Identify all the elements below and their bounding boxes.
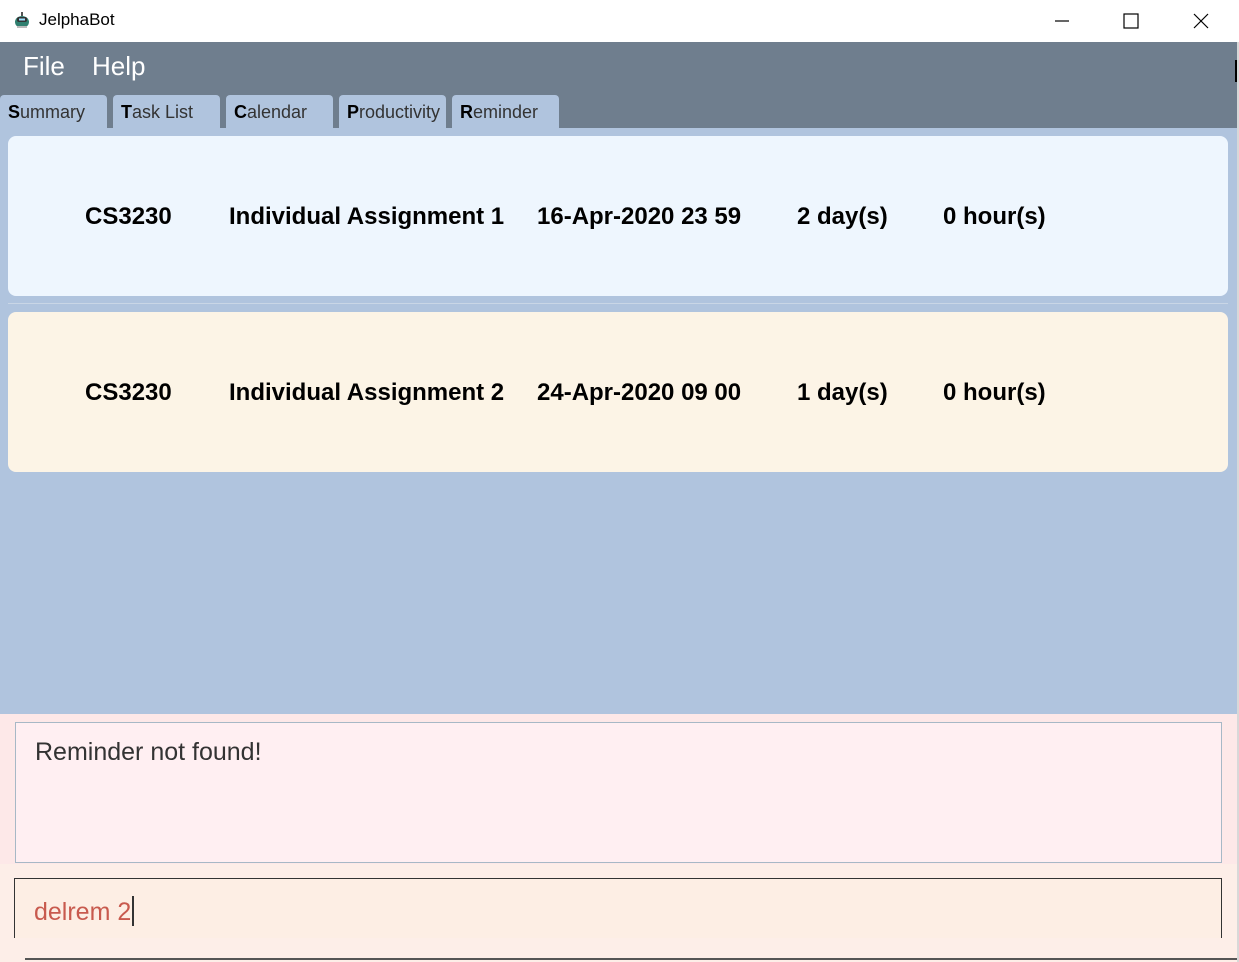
- reminder-due-date: 24-Apr-2020 09 00: [537, 379, 742, 406]
- tab-label: ummary: [20, 102, 86, 122]
- title-bar: JelphaBot: [0, 0, 1239, 42]
- tab-label: alendar: [247, 102, 308, 122]
- tab-accelerator: T: [121, 102, 132, 122]
- tab-bar: Summary Task List Calendar Productivity …: [0, 92, 1239, 128]
- jelphabot-app-icon: [15, 12, 29, 28]
- menu-bar: File Help: [0, 42, 1239, 92]
- reminder-module: CS3230: [85, 379, 172, 406]
- reminder-hours: 0 hour(s): [943, 379, 1046, 406]
- reminder-days: 2 day(s): [797, 203, 888, 230]
- bottom-border: [25, 958, 1237, 960]
- reminder-card[interactable]: CS3230 Individual Assignment 1 16-Apr-20…: [8, 136, 1228, 296]
- tab-label: roductivity: [359, 102, 441, 122]
- menu-help[interactable]: Help: [92, 51, 145, 82]
- text-caret: [132, 896, 135, 926]
- command-text: delrem 2: [34, 896, 135, 927]
- divider: [8, 303, 1228, 304]
- tab-accelerator: R: [460, 102, 473, 122]
- reminder-due-date: 16-Apr-2020 23 59: [537, 203, 742, 230]
- maximize-icon: [1123, 13, 1139, 29]
- reminder-description: Individual Assignment 1: [229, 203, 505, 230]
- tab-label: eminder: [473, 102, 539, 122]
- close-button[interactable]: [1166, 0, 1236, 42]
- tab-accelerator: P: [347, 102, 360, 122]
- tab-calendar[interactable]: Calendar: [226, 95, 333, 128]
- minimize-icon: [1055, 20, 1069, 22]
- tab-productivity[interactable]: Productivity: [339, 95, 446, 128]
- tab-summary[interactable]: Summary: [0, 95, 107, 128]
- tab-accelerator: C: [234, 102, 247, 122]
- reminder-days: 1 day(s): [797, 379, 888, 406]
- close-icon: [1193, 13, 1209, 29]
- minimize-button[interactable]: [1027, 0, 1097, 42]
- reminder-module: CS3230: [85, 203, 172, 230]
- result-display: Reminder not found!: [15, 722, 1222, 863]
- command-value: delrem 2: [34, 898, 132, 926]
- reminder-card[interactable]: CS3230 Individual Assignment 2 24-Apr-20…: [8, 312, 1228, 472]
- tab-task-list[interactable]: Task List: [113, 95, 220, 128]
- window-title: JelphaBot: [39, 10, 115, 29]
- result-message: Reminder not found!: [35, 738, 262, 766]
- tab-reminder[interactable]: Reminder: [452, 95, 559, 128]
- tab-accelerator: S: [8, 102, 21, 122]
- command-area: delrem 2: [0, 864, 1237, 962]
- menu-file[interactable]: File: [23, 51, 65, 82]
- reminder-hours: 0 hour(s): [943, 203, 1046, 230]
- result-display-area: Reminder not found!: [0, 714, 1237, 864]
- command-input[interactable]: delrem 2: [14, 878, 1222, 938]
- maximize-button[interactable]: [1096, 0, 1166, 42]
- reminder-description: Individual Assignment 2: [229, 379, 505, 406]
- reminder-list: CS3230 Individual Assignment 1 16-Apr-20…: [0, 128, 1237, 714]
- tab-label: ask List: [132, 102, 194, 122]
